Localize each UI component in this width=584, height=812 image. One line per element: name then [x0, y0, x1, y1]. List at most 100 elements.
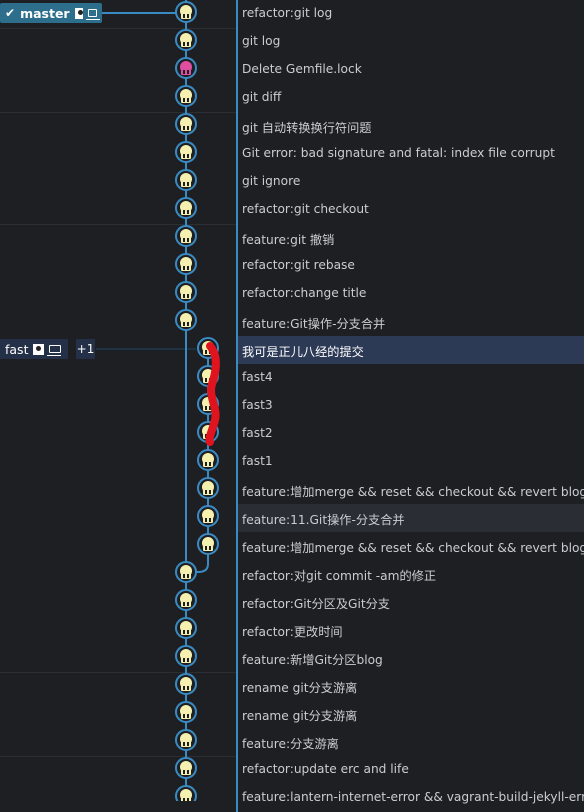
author-avatar-icon: [180, 33, 192, 47]
commit-node[interactable]: [175, 701, 197, 723]
commit-node[interactable]: [175, 617, 197, 639]
commit-node[interactable]: [175, 673, 197, 695]
author-avatar-icon: [180, 593, 192, 607]
author-avatar-icon: [202, 537, 214, 551]
commit-node[interactable]: [175, 561, 197, 583]
author-avatar-icon: [202, 425, 214, 439]
commit-row[interactable]: feature:lantern-internet-error && vagran…: [236, 784, 584, 812]
avatar-icon: [74, 7, 83, 19]
commit-node[interactable]: [197, 365, 219, 387]
commit-node[interactable]: [175, 785, 197, 801]
commit-row[interactable]: fast3: [236, 392, 584, 420]
commit-node[interactable]: [175, 729, 197, 751]
commit-node[interactable]: [175, 253, 197, 275]
author-avatar-icon: [180, 201, 192, 215]
branch-tag-fast[interactable]: fast: [0, 339, 68, 359]
commit-message: feature:11.Git操作-分支合并: [242, 513, 405, 527]
commit-node[interactable]: [175, 281, 197, 303]
commit-node[interactable]: [175, 1, 197, 23]
commit-node[interactable]: [175, 113, 197, 135]
avatar-icon: [33, 343, 45, 355]
commit-row[interactable]: git diff: [236, 84, 584, 112]
author-avatar-icon: [180, 677, 192, 691]
author-avatar-icon: [180, 5, 192, 19]
check-icon: ✔: [5, 6, 16, 20]
commit-node[interactable]: [175, 589, 197, 611]
commit-node[interactable]: [175, 141, 197, 163]
author-avatar-icon: [180, 621, 192, 635]
commit-row[interactable]: refactor:change title: [236, 280, 584, 308]
branch-name-fast: fast: [5, 341, 29, 357]
author-avatar-icon: [180, 117, 192, 131]
laptop-icon: [85, 9, 101, 20]
commit-message: Delete Gemfile.lock: [242, 62, 362, 76]
commit-row[interactable]: feature:增加merge && reset && checkout && …: [236, 532, 584, 560]
commit-message: feature:lantern-internet-error && vagran…: [242, 790, 584, 804]
commit-node[interactable]: [175, 169, 197, 191]
commit-row[interactable]: feature:增加merge && reset && checkout && …: [236, 476, 584, 504]
commit-message: refactor:更改时间: [242, 625, 343, 639]
commit-row[interactable]: Delete Gemfile.lock: [236, 56, 584, 84]
commit-row[interactable]: refactor:git log: [236, 0, 584, 28]
author-avatar-icon: [180, 705, 192, 719]
commit-row[interactable]: feature:11.Git操作-分支合并: [236, 504, 584, 532]
branch-name-master: master: [20, 5, 70, 21]
author-avatar-icon: [202, 509, 214, 523]
commit-node[interactable]: [175, 29, 197, 51]
commit-row[interactable]: git ignore: [236, 168, 584, 196]
author-avatar-icon: [180, 173, 192, 187]
author-avatar-icon: [202, 481, 214, 495]
commit-row[interactable]: refactor:git checkout: [236, 196, 584, 224]
commit-row[interactable]: refactor:Git分区及Git分支: [236, 588, 584, 616]
commit-node[interactable]: [197, 505, 219, 527]
author-avatar-icon: [180, 285, 192, 299]
author-avatar-icon: [180, 565, 192, 579]
commit-row[interactable]: refactor:update erc and life: [236, 756, 584, 784]
commit-node[interactable]: [175, 645, 197, 667]
commit-message: feature:分支游离: [242, 737, 339, 751]
commit-message: fast3: [242, 398, 273, 412]
commit-row[interactable]: rename git分支游离: [236, 672, 584, 700]
commit-message: fast2: [242, 426, 273, 440]
commit-message: refactor:git log: [242, 6, 333, 20]
branch-tag-master[interactable]: ✔ master: [0, 3, 102, 23]
commit-row[interactable]: feature:Git操作-分支合并: [236, 308, 584, 336]
commit-node[interactable]: [175, 197, 197, 219]
author-avatar-icon: [180, 257, 192, 271]
commit-message: fast1: [242, 454, 273, 468]
commit-node[interactable]: [175, 85, 197, 107]
author-avatar-icon: [202, 369, 214, 383]
commit-row[interactable]: fast2: [236, 420, 584, 448]
commit-node[interactable]: [197, 533, 219, 555]
commit-row[interactable]: git log: [236, 28, 584, 56]
commit-row[interactable]: refactor:对git commit -am的修正: [236, 560, 584, 588]
author-avatar-icon: [180, 313, 192, 327]
commit-row[interactable]: Git error: bad signature and fatal: inde…: [236, 140, 584, 168]
commit-row[interactable]: 我可是正儿八经的提交: [236, 336, 584, 364]
commit-row[interactable]: feature:新增Git分区blog: [236, 644, 584, 672]
commit-row[interactable]: fast4: [236, 364, 584, 392]
commit-message: refactor:对git commit -am的修正: [242, 569, 437, 583]
commit-message: git 自动转换换行符问题: [242, 121, 372, 135]
commit-row[interactable]: feature:git 撤销: [236, 224, 584, 252]
author-avatar-icon: [180, 789, 192, 801]
more-branches-badge[interactable]: +1: [76, 339, 95, 359]
commit-node[interactable]: [197, 393, 219, 415]
commit-row[interactable]: refactor:更改时间: [236, 616, 584, 644]
commit-message: feature:Git操作-分支合并: [242, 317, 386, 331]
commit-node[interactable]: [197, 477, 219, 499]
commit-row[interactable]: fast1: [236, 448, 584, 476]
commit-node[interactable]: [175, 57, 197, 79]
commit-node[interactable]: [197, 421, 219, 443]
commit-message: feature:新增Git分区blog: [242, 653, 383, 667]
commit-node[interactable]: [175, 309, 197, 331]
commit-node[interactable]: [175, 757, 197, 779]
commit-node[interactable]: [175, 225, 197, 247]
laptop-icon: [47, 345, 62, 356]
commit-row[interactable]: feature:分支游离: [236, 728, 584, 756]
commit-row[interactable]: rename git分支游离: [236, 700, 584, 728]
commit-node[interactable]: [197, 337, 219, 359]
commit-node[interactable]: [197, 449, 219, 471]
commit-row[interactable]: refactor:git rebase: [236, 252, 584, 280]
commit-row[interactable]: git 自动转换换行符问题: [236, 112, 584, 140]
